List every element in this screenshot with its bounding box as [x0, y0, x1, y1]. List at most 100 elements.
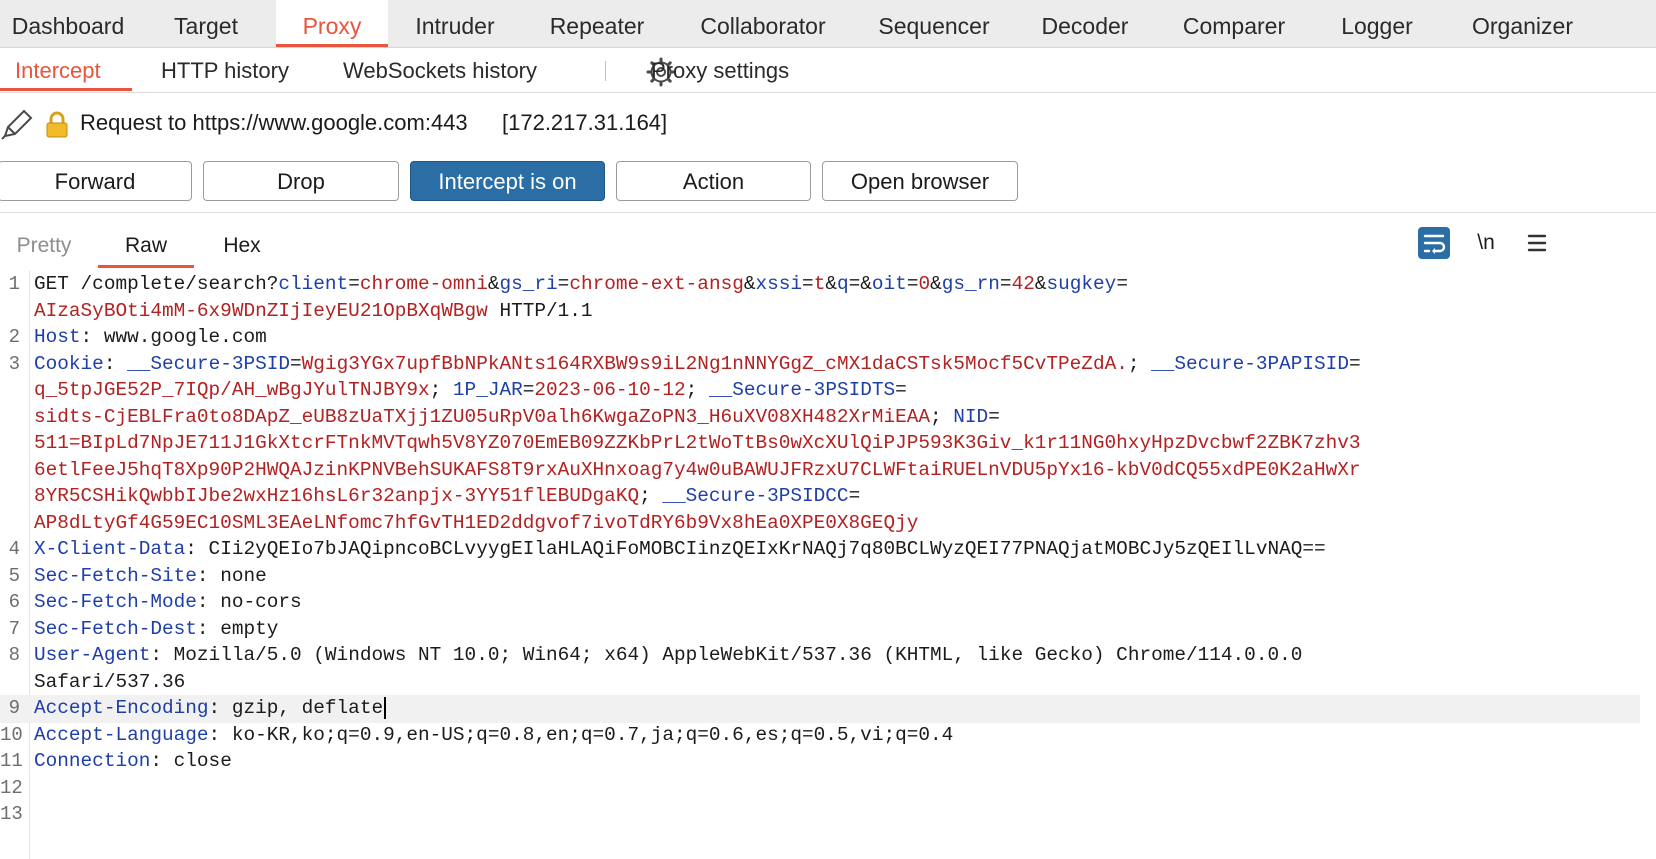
- plain-text: &: [1034, 273, 1047, 295]
- param-value: Wgig3YGx7upfBbNPkANts164RXBW9s9iL2Ng1nNN…: [301, 352, 1128, 375]
- plain-text: =: [999, 273, 1012, 295]
- plain-text: : none: [196, 564, 267, 587]
- pencil-icon[interactable]: [0, 108, 34, 142]
- editor-line[interactable]: 3 Cookie: __Secure-3PSID=Wgig3YGx7upfBbNP…: [0, 351, 1656, 379]
- plain-text: : ko-KR,ko;q=0.9,en-US;q=0.8,en;q=0.7,ja…: [208, 723, 954, 746]
- line-text: Sec-Fetch-Site: none: [34, 565, 267, 587]
- line-number: 12: [0, 776, 23, 799]
- tab-sequencer[interactable]: Sequencer: [854, 0, 1014, 47]
- line-text: Host: www.google.com: [34, 326, 267, 348]
- tab-websockets-history[interactable]: WebSockets history: [343, 48, 537, 92]
- line-text: Connection: close: [34, 750, 232, 772]
- editor-line[interactable]: q_5tpJGE52P_7IQp/AH_wBgJYulTNJBY9x; 1P_J…: [0, 377, 1656, 405]
- header-name: Cookie: [34, 352, 104, 375]
- editor-line[interactable]: 6etlFeeJ5hqT8Xp90P2HWQAJzinKPNVBehSUKAFS…: [0, 457, 1656, 485]
- plain-text: ;: [930, 405, 954, 428]
- editor-line[interactable]: sidts-CjEBLFra0to8DApZ_eUB8zUaTXjj1ZU05u…: [0, 404, 1656, 432]
- param-value: sidts-CjEBLFra0to8DApZ_eUB8zUaTXjj1ZU05u…: [34, 405, 930, 428]
- plain-text: =: [1348, 352, 1361, 375]
- editor-line[interactable]: 1 GET /complete/search?client=chrome-omni…: [0, 271, 1656, 299]
- plain-text: &: [743, 273, 756, 295]
- tab-http-history[interactable]: HTTP history: [161, 48, 289, 92]
- line-text: AIzaSyBOti4mM-6x9WDnZIjIeyEU21OpBXqWBgw …: [34, 300, 593, 322]
- plain-text: =: [895, 379, 907, 401]
- tab-separator: [605, 61, 606, 81]
- editor-line[interactable]: 12: [0, 775, 1656, 803]
- tab-decoder[interactable]: Decoder: [1014, 0, 1156, 47]
- header-name: __Secure-3PSIDTS: [708, 379, 896, 401]
- action-button[interactable]: Action: [616, 161, 811, 201]
- param-value: chrome-ext-ansg: [569, 273, 744, 295]
- line-number: 2: [8, 326, 20, 348]
- header-name: NID: [953, 405, 989, 428]
- editor-line[interactable]: 7 Sec-Fetch-Dest: empty: [0, 616, 1656, 644]
- line-text: GET /complete/search?client=chrome-omni&…: [34, 273, 1128, 295]
- drop-button[interactable]: Drop: [203, 161, 399, 201]
- line-text: sidts-CjEBLFra0to8DApZ_eUB8zUaTXjj1ZU05u…: [34, 406, 1000, 428]
- editor-line[interactable]: 9 Accept-Encoding: gzip, deflate: [0, 695, 1640, 723]
- header-name: __Secure-3PSID: [127, 352, 291, 375]
- plain-text: =: [848, 485, 861, 507]
- header-name: xssi: [755, 273, 803, 295]
- tab-organizer[interactable]: Organizer: [1442, 0, 1656, 47]
- newline-toggle[interactable]: \n: [1470, 227, 1502, 259]
- tab-logger[interactable]: Logger: [1312, 0, 1442, 47]
- tab-target[interactable]: Target: [136, 0, 276, 47]
- proxy-sub-tab-bar: Intercept HTTP history WebSockets histor…: [0, 48, 1656, 93]
- editor-line[interactable]: Safari/537.36: [0, 669, 1656, 697]
- open-browser-button[interactable]: Open browser: [822, 161, 1018, 201]
- plain-text: =: [802, 273, 814, 295]
- editor-line[interactable]: AIzaSyBOti4mM-6x9WDnZIjIeyEU21OpBXqWBgw …: [0, 298, 1656, 326]
- editor-line[interactable]: 511=BIpLd7NpJE711J1GkXtcrFTnkMVTqwh5V8YZ…: [0, 430, 1656, 458]
- tab-intruder[interactable]: Intruder: [388, 0, 522, 47]
- header-name: gs_ri: [499, 273, 558, 295]
- wrap-lines-icon[interactable]: [1418, 227, 1450, 259]
- tab-repeater[interactable]: Repeater: [522, 0, 672, 47]
- editor-line[interactable]: 8YR5CSHikQwbbIJbe2wxHz16hsL6r32anpjx-3YY…: [0, 483, 1656, 511]
- plain-text: :: [103, 352, 128, 375]
- main-tab-bar: Dashboard Target Proxy Intruder Repeater…: [0, 0, 1656, 48]
- line-text: 8YR5CSHikQwbbIJbe2wxHz16hsL6r32anpjx-3YY…: [34, 485, 860, 507]
- editor-line[interactable]: 8 User-Agent: Mozilla/5.0 (Windows NT 10.…: [0, 642, 1656, 670]
- editor-line[interactable]: 11 Connection: close: [0, 748, 1656, 776]
- tab-pretty[interactable]: Pretty: [16, 225, 72, 265]
- tab-intercept[interactable]: Intercept: [0, 48, 132, 92]
- tab-proxy[interactable]: Proxy: [276, 0, 388, 47]
- line-text: Sec-Fetch-Mode: no-cors: [34, 591, 302, 613]
- header-name: Connection: [34, 750, 151, 772]
- tab-dashboard[interactable]: Dashboard: [0, 0, 136, 47]
- plain-text: : close: [150, 750, 232, 772]
- plain-text: : no-cors: [196, 591, 302, 613]
- plain-text: =: [290, 352, 302, 375]
- line-text: 511=BIpLd7NpJE711J1GkXtcrFTnkMVTqwh5V8YZ…: [34, 432, 1361, 454]
- plain-text: =: [348, 273, 360, 295]
- param-value: chrome-omni: [359, 273, 488, 295]
- tab-raw[interactable]: Raw: [98, 225, 194, 268]
- forward-button[interactable]: Forward: [0, 161, 192, 201]
- param-value: 0: [918, 273, 931, 295]
- message-view-tabs: Pretty Raw Hex: [0, 225, 1656, 268]
- header-name: X-Client-Data: [34, 538, 186, 560]
- header-name: User-Agent: [34, 644, 151, 666]
- editor-line[interactable]: 10 Accept-Language: ko-KR,ko;q=0.9,en-US;…: [0, 722, 1656, 750]
- hamburger-menu-icon[interactable]: [1521, 227, 1553, 259]
- editor-line[interactable]: 5 Sec-Fetch-Site: none: [0, 563, 1656, 591]
- request-editor[interactable]: 1 GET /complete/search?client=chrome-omni…: [0, 271, 1656, 859]
- proxy-settings-label[interactable]: Proxy settings: [651, 48, 789, 92]
- tab-hex[interactable]: Hex: [222, 225, 262, 265]
- intercept-toggle-button[interactable]: Intercept is on: [410, 161, 605, 201]
- editor-line[interactable]: 6 Sec-Fetch-Mode: no-cors: [0, 589, 1656, 617]
- editor-line[interactable]: 4 X-Client-Data: CIi2yQEIo7bJAQipncoBCLvy…: [0, 536, 1656, 564]
- header-name: __Secure-3PSIDCC: [662, 485, 849, 507]
- plain-text: ;: [1127, 352, 1152, 375]
- plain-text: ;: [685, 379, 709, 401]
- line-text: q_5tpJGE52P_7IQp/AH_wBgJYulTNJBY9x; 1P_J…: [34, 379, 907, 401]
- header-name: Host: [34, 326, 81, 348]
- tab-comparer[interactable]: Comparer: [1156, 0, 1312, 47]
- plain-text: : Mozilla/5.0 (Windows NT 10.0; Win64; x…: [150, 644, 1303, 666]
- editor-line[interactable]: AP8dLtyGf4G59EC10SML3EAeLNfomc7hfGvTH1ED…: [0, 510, 1656, 538]
- tab-collaborator[interactable]: Collaborator: [672, 0, 854, 47]
- editor-line[interactable]: 13: [0, 801, 1656, 829]
- line-number: 1: [8, 273, 20, 295]
- editor-line[interactable]: 2 Host: www.google.com: [0, 324, 1656, 352]
